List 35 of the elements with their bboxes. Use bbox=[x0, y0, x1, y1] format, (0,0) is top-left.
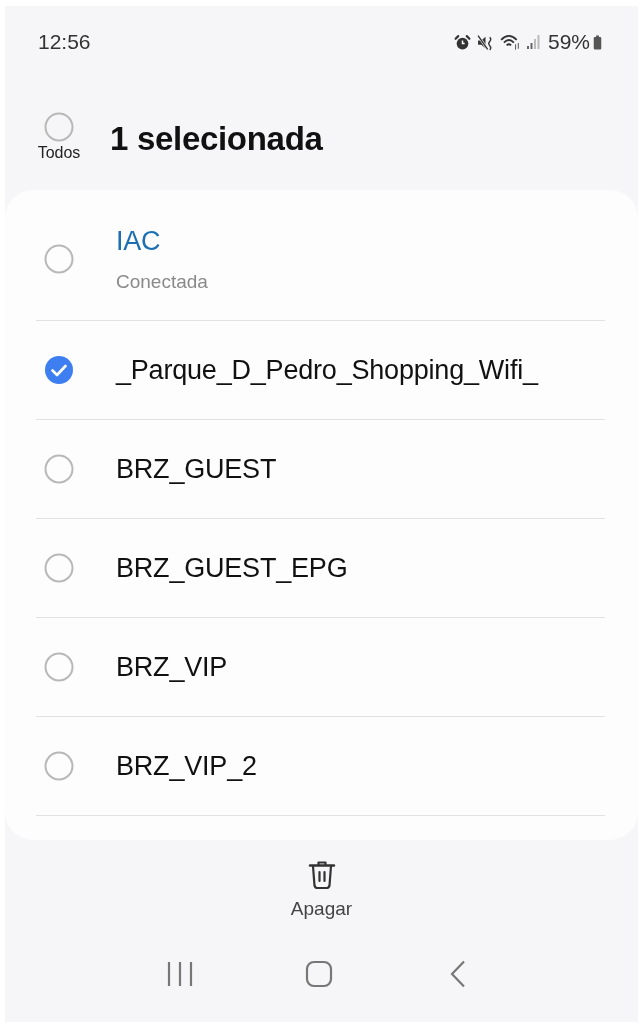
checkbox[interactable] bbox=[44, 751, 74, 781]
network-list-item[interactable]: BRZ_VIP bbox=[36, 618, 605, 717]
checkbox[interactable] bbox=[44, 652, 74, 682]
trash-icon bbox=[307, 860, 336, 890]
recent-apps-button[interactable] bbox=[165, 959, 194, 988]
status-time: 12:56 bbox=[38, 30, 91, 54]
wifi-icon bbox=[499, 33, 520, 51]
signal-icon bbox=[525, 34, 540, 50]
home-icon bbox=[305, 959, 333, 988]
select-all-label: Todos bbox=[37, 144, 81, 162]
checked-checkbox[interactable] bbox=[44, 355, 74, 385]
network-name: _Parque_D_Pedro_Shopping_Wifi_ bbox=[116, 354, 538, 386]
checkbox[interactable] bbox=[44, 553, 74, 583]
checkbox[interactable] bbox=[44, 244, 74, 274]
network-name: BRZ_GUEST_EPG bbox=[116, 552, 348, 584]
network-list-item[interactable]: BRZ_GUEST bbox=[36, 420, 605, 519]
network-list-item[interactable]: IAC Conectada bbox=[36, 198, 605, 321]
network-name: BRZ_VIP_2 bbox=[116, 750, 257, 782]
network-name: BRZ_GUEST bbox=[116, 453, 277, 485]
selection-title: 1 selecionada bbox=[110, 120, 323, 158]
network-name: IAC bbox=[116, 225, 162, 257]
network-list-item[interactable]: _Parque_D_Pedro_Shopping_Wifi_ bbox=[36, 321, 605, 420]
network-list-item[interactable]: BRZ_VIP_2 bbox=[36, 717, 605, 816]
select-all-checkbox[interactable] bbox=[44, 112, 74, 142]
network-list-item[interactable]: BRZ_GUEST_EPG bbox=[36, 519, 605, 618]
battery-icon bbox=[593, 34, 602, 50]
mute-icon bbox=[476, 33, 494, 51]
delete-button[interactable]: Apagar bbox=[290, 860, 353, 920]
network-status: Conectada bbox=[116, 270, 208, 293]
home-button[interactable] bbox=[305, 959, 333, 988]
alarm-icon bbox=[453, 33, 471, 51]
battery-percentage: 59% bbox=[547, 30, 590, 54]
checkbox[interactable] bbox=[44, 454, 74, 484]
recent-apps-icon bbox=[165, 959, 194, 988]
network-name: BRZ_VIP bbox=[116, 651, 228, 683]
